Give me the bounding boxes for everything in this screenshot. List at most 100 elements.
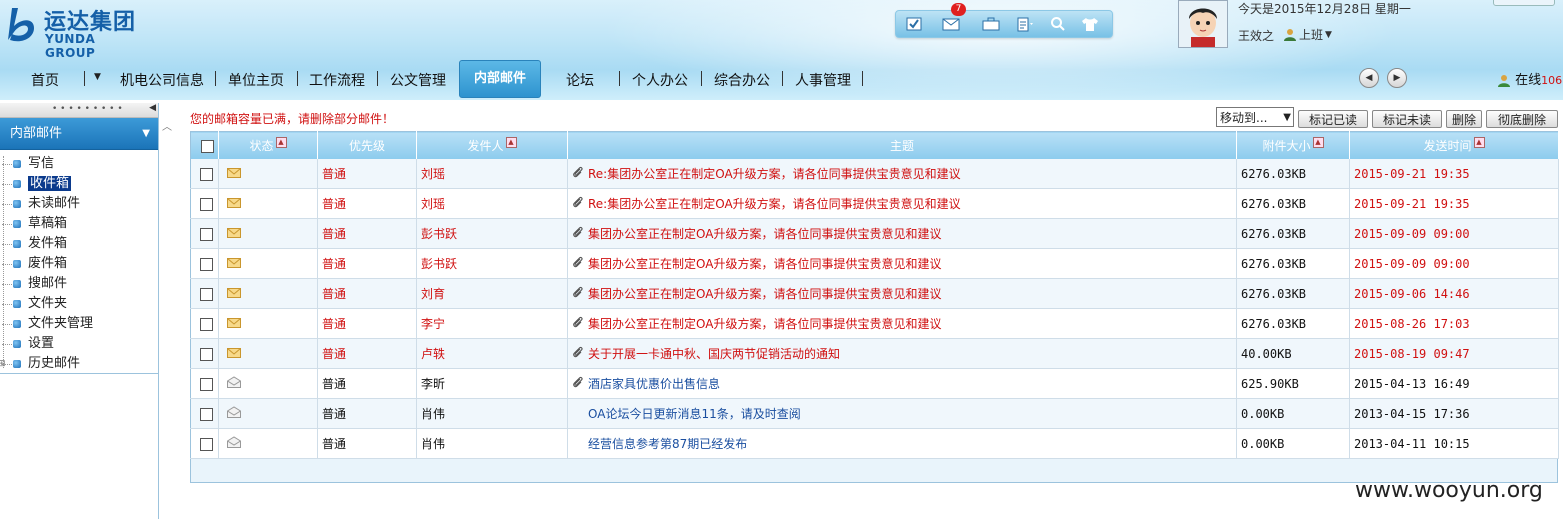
nav-item-internal-mail[interactable]: 内部邮件 [459, 60, 541, 98]
row-checkbox[interactable] [200, 317, 213, 331]
subject-cell[interactable]: Re:集团办公室正在制定OA升级方案，请各位同事提供宝贵意见和建议 [567, 188, 1237, 219]
nav-item-forum[interactable]: 论坛 [566, 70, 594, 90]
sidebar-item-history[interactable]: ⊞ 历史邮件 [0, 354, 158, 374]
row-checkbox[interactable] [200, 347, 213, 361]
subject-cell[interactable]: 关于开展一卡通中秋、国庆两节促销活动的通知 [567, 338, 1237, 369]
table-row[interactable]: 普通 刘瑶 Re:集团办公室正在制定OA升级方案，请各位同事提供宝贵意见和建议 627… [190, 159, 1559, 189]
table-row[interactable]: 普通 肖伟 经营信息参考第87期已经发布 0.00KB 2013-04-11 10:15 [190, 428, 1559, 459]
table-row[interactable]: 普通 卢轶 关于开展一卡通中秋、国庆两节促销活动的通知 40.00KB 2015-08-… [190, 338, 1559, 369]
table-row[interactable]: 普通 肖伟 OA论坛今日更新消息11条，请及时查阅 0.00KB 2013-04-15 … [190, 398, 1559, 429]
row-checkbox[interactable] [200, 257, 213, 271]
search-icon[interactable] [1048, 15, 1068, 33]
user-status-dropdown[interactable]: 上班 ▼ [1283, 26, 1332, 43]
subject-link[interactable]: 关于开展一卡通中秋、国庆两节促销活动的通知 [588, 347, 840, 361]
col-priority[interactable]: 优先级 [317, 131, 417, 159]
sidebar-title[interactable]: 内部邮件 ▼ [0, 118, 158, 150]
briefcase-icon[interactable] [981, 15, 1001, 33]
nav-item-company-info[interactable]: 机电公司信息 [120, 70, 204, 90]
nav-prev-button[interactable]: ◀ [1359, 68, 1379, 88]
col-status[interactable]: 状态 ▲ [218, 131, 318, 159]
table-row[interactable]: 普通 彭书跃 集团办公室正在制定OA升级方案，请各位同事提供宝贵意见和建议 6276.… [190, 248, 1559, 279]
subject-link[interactable]: Re:集团办公室正在制定OA升级方案，请各位同事提供宝贵意见和建议 [588, 197, 961, 211]
subject-cell[interactable]: 集团办公室正在制定OA升级方案，请各位同事提供宝贵意见和建议 [567, 278, 1237, 309]
subject-cell[interactable]: OA论坛今日更新消息11条，请及时查阅 [567, 398, 1237, 429]
sort-icon[interactable]: ▲ [1312, 137, 1324, 148]
sender-cell[interactable]: 肖伟 [416, 398, 568, 429]
subject-cell[interactable]: 集团办公室正在制定OA升级方案，请各位同事提供宝贵意见和建议 [567, 218, 1237, 249]
sidebar-handle[interactable]: • • • • • • • • • ◀ [0, 103, 158, 118]
row-checkbox[interactable] [200, 287, 213, 301]
sender-cell[interactable]: 刘瑶 [416, 159, 568, 189]
nav-item-home[interactable]: 首页 [31, 70, 59, 90]
row-checkbox[interactable] [200, 227, 213, 241]
sender-cell[interactable]: 刘育 [416, 278, 568, 309]
table-row[interactable]: 普通 李昕 酒店家具优惠价出售信息 625.90KB 2015-04-13 16:49 [190, 368, 1559, 399]
check-icon[interactable] [904, 15, 924, 33]
sidebar-item-settings[interactable]: 设置 [0, 334, 158, 354]
move-to-select[interactable]: 移动到... ▼ [1216, 107, 1294, 127]
row-checkbox[interactable] [200, 167, 213, 181]
sender-cell[interactable]: 肖伟 [416, 428, 568, 459]
subject-link[interactable]: 经营信息参考第87期已经发布 [588, 437, 747, 451]
nav-dropdown-icon[interactable]: ▼ [94, 72, 101, 82]
nav-item-personal-office[interactable]: 个人办公 [632, 70, 688, 90]
sender-cell[interactable]: 李昕 [416, 368, 568, 399]
subject-cell[interactable]: Re:集团办公室正在制定OA升级方案，请各位同事提供宝贵意见和建议 [567, 159, 1237, 189]
sidebar-item-inbox[interactable]: 收件箱 [0, 174, 158, 194]
sender-cell[interactable]: 李宁 [416, 308, 568, 339]
nav-item-general-office[interactable]: 综合办公 [714, 70, 770, 90]
table-row[interactable]: 普通 刘瑶 Re:集团办公室正在制定OA升级方案，请各位同事提供宝贵意见和建议 627… [190, 188, 1559, 219]
sidebar-item-trash[interactable]: 废件箱 [0, 254, 158, 274]
subject-cell[interactable]: 集团办公室正在制定OA升级方案，请各位同事提供宝贵意见和建议 [567, 248, 1237, 279]
select-all-checkbox[interactable] [200, 139, 214, 153]
sort-icon[interactable]: ▲ [275, 137, 287, 148]
table-row[interactable]: 普通 李宁 集团办公室正在制定OA升级方案，请各位同事提供宝贵意见和建议 6276.0… [190, 308, 1559, 339]
subject-link[interactable]: 集团办公室正在制定OA升级方案，请各位同事提供宝贵意见和建议 [588, 257, 941, 271]
sidebar-item-unread[interactable]: 未读邮件 [0, 194, 158, 214]
mail-icon[interactable] [941, 15, 961, 33]
row-checkbox[interactable] [200, 377, 213, 391]
shirt-icon[interactable] [1080, 15, 1100, 33]
expand-plus-icon[interactable]: ⊞ [0, 354, 6, 374]
subject-link[interactable]: 酒店家具优惠价出售信息 [588, 377, 720, 391]
row-checkbox[interactable] [200, 197, 213, 211]
nav-item-hr[interactable]: 人事管理 [795, 70, 851, 90]
scroll-up-icon[interactable]: ︿ [162, 118, 172, 133]
row-checkbox[interactable] [200, 407, 213, 421]
mark-read-button[interactable]: 标记已读 [1298, 110, 1368, 128]
col-subject[interactable]: 主题 [567, 131, 1237, 159]
document-icon[interactable] [1016, 15, 1036, 33]
subject-cell[interactable]: 集团办公室正在制定OA升级方案，请各位同事提供宝贵意见和建议 [567, 308, 1237, 339]
subject-link[interactable]: Re:集团办公室正在制定OA升级方案，请各位同事提供宝贵意见和建议 [588, 167, 961, 181]
subject-cell[interactable]: 经营信息参考第87期已经发布 [567, 428, 1237, 459]
sidebar-item-folders[interactable]: 文件夹 [0, 294, 158, 314]
mark-unread-button[interactable]: 标记未读 [1372, 110, 1442, 128]
nav-item-unit-home[interactable]: 单位主页 [228, 70, 284, 90]
subject-link[interactable]: 集团办公室正在制定OA升级方案，请各位同事提供宝贵意见和建议 [588, 227, 941, 241]
nav-item-workflow[interactable]: 工作流程 [309, 70, 365, 90]
sidebar-item-drafts[interactable]: 草稿箱 [0, 214, 158, 234]
collapse-left-icon[interactable]: ◀ [149, 103, 156, 113]
delete-button[interactable]: 删除 [1446, 110, 1482, 128]
sender-cell[interactable]: 彭书跃 [416, 218, 568, 249]
subject-link[interactable]: OA论坛今日更新消息11条，请及时查阅 [588, 407, 801, 421]
col-sent-time[interactable]: 发送时间 ▲ [1349, 131, 1559, 159]
table-row[interactable]: 普通 刘育 集团办公室正在制定OA升级方案，请各位同事提供宝贵意见和建议 6276.0… [190, 278, 1559, 309]
sender-cell[interactable]: 彭书跃 [416, 248, 568, 279]
sort-icon[interactable]: ▲ [505, 137, 517, 148]
subject-link[interactable]: 集团办公室正在制定OA升级方案，请各位同事提供宝贵意见和建议 [588, 287, 941, 301]
sort-icon[interactable]: ▲ [1473, 137, 1485, 148]
nav-next-button[interactable]: ▶ [1387, 68, 1407, 88]
sidebar-item-folder-manage[interactable]: 文件夹管理 [0, 314, 158, 334]
col-sender[interactable]: 发件人 ▲ [416, 131, 568, 159]
sidebar-item-compose[interactable]: 写信 [0, 154, 158, 174]
online-users[interactable]: 在线106 [1497, 69, 1562, 88]
sidebar-item-outbox[interactable]: 发件箱 [0, 234, 158, 254]
nav-item-documents[interactable]: 公文管理 [390, 70, 446, 90]
col-attachment-size[interactable]: 附件大小 ▲ [1236, 131, 1350, 159]
window-control-button[interactable] [1493, 0, 1555, 6]
sender-cell[interactable]: 卢轶 [416, 338, 568, 369]
sender-cell[interactable]: 刘瑶 [416, 188, 568, 219]
subject-cell[interactable]: 酒店家具优惠价出售信息 [567, 368, 1237, 399]
permanent-delete-button[interactable]: 彻底删除 [1486, 110, 1558, 128]
